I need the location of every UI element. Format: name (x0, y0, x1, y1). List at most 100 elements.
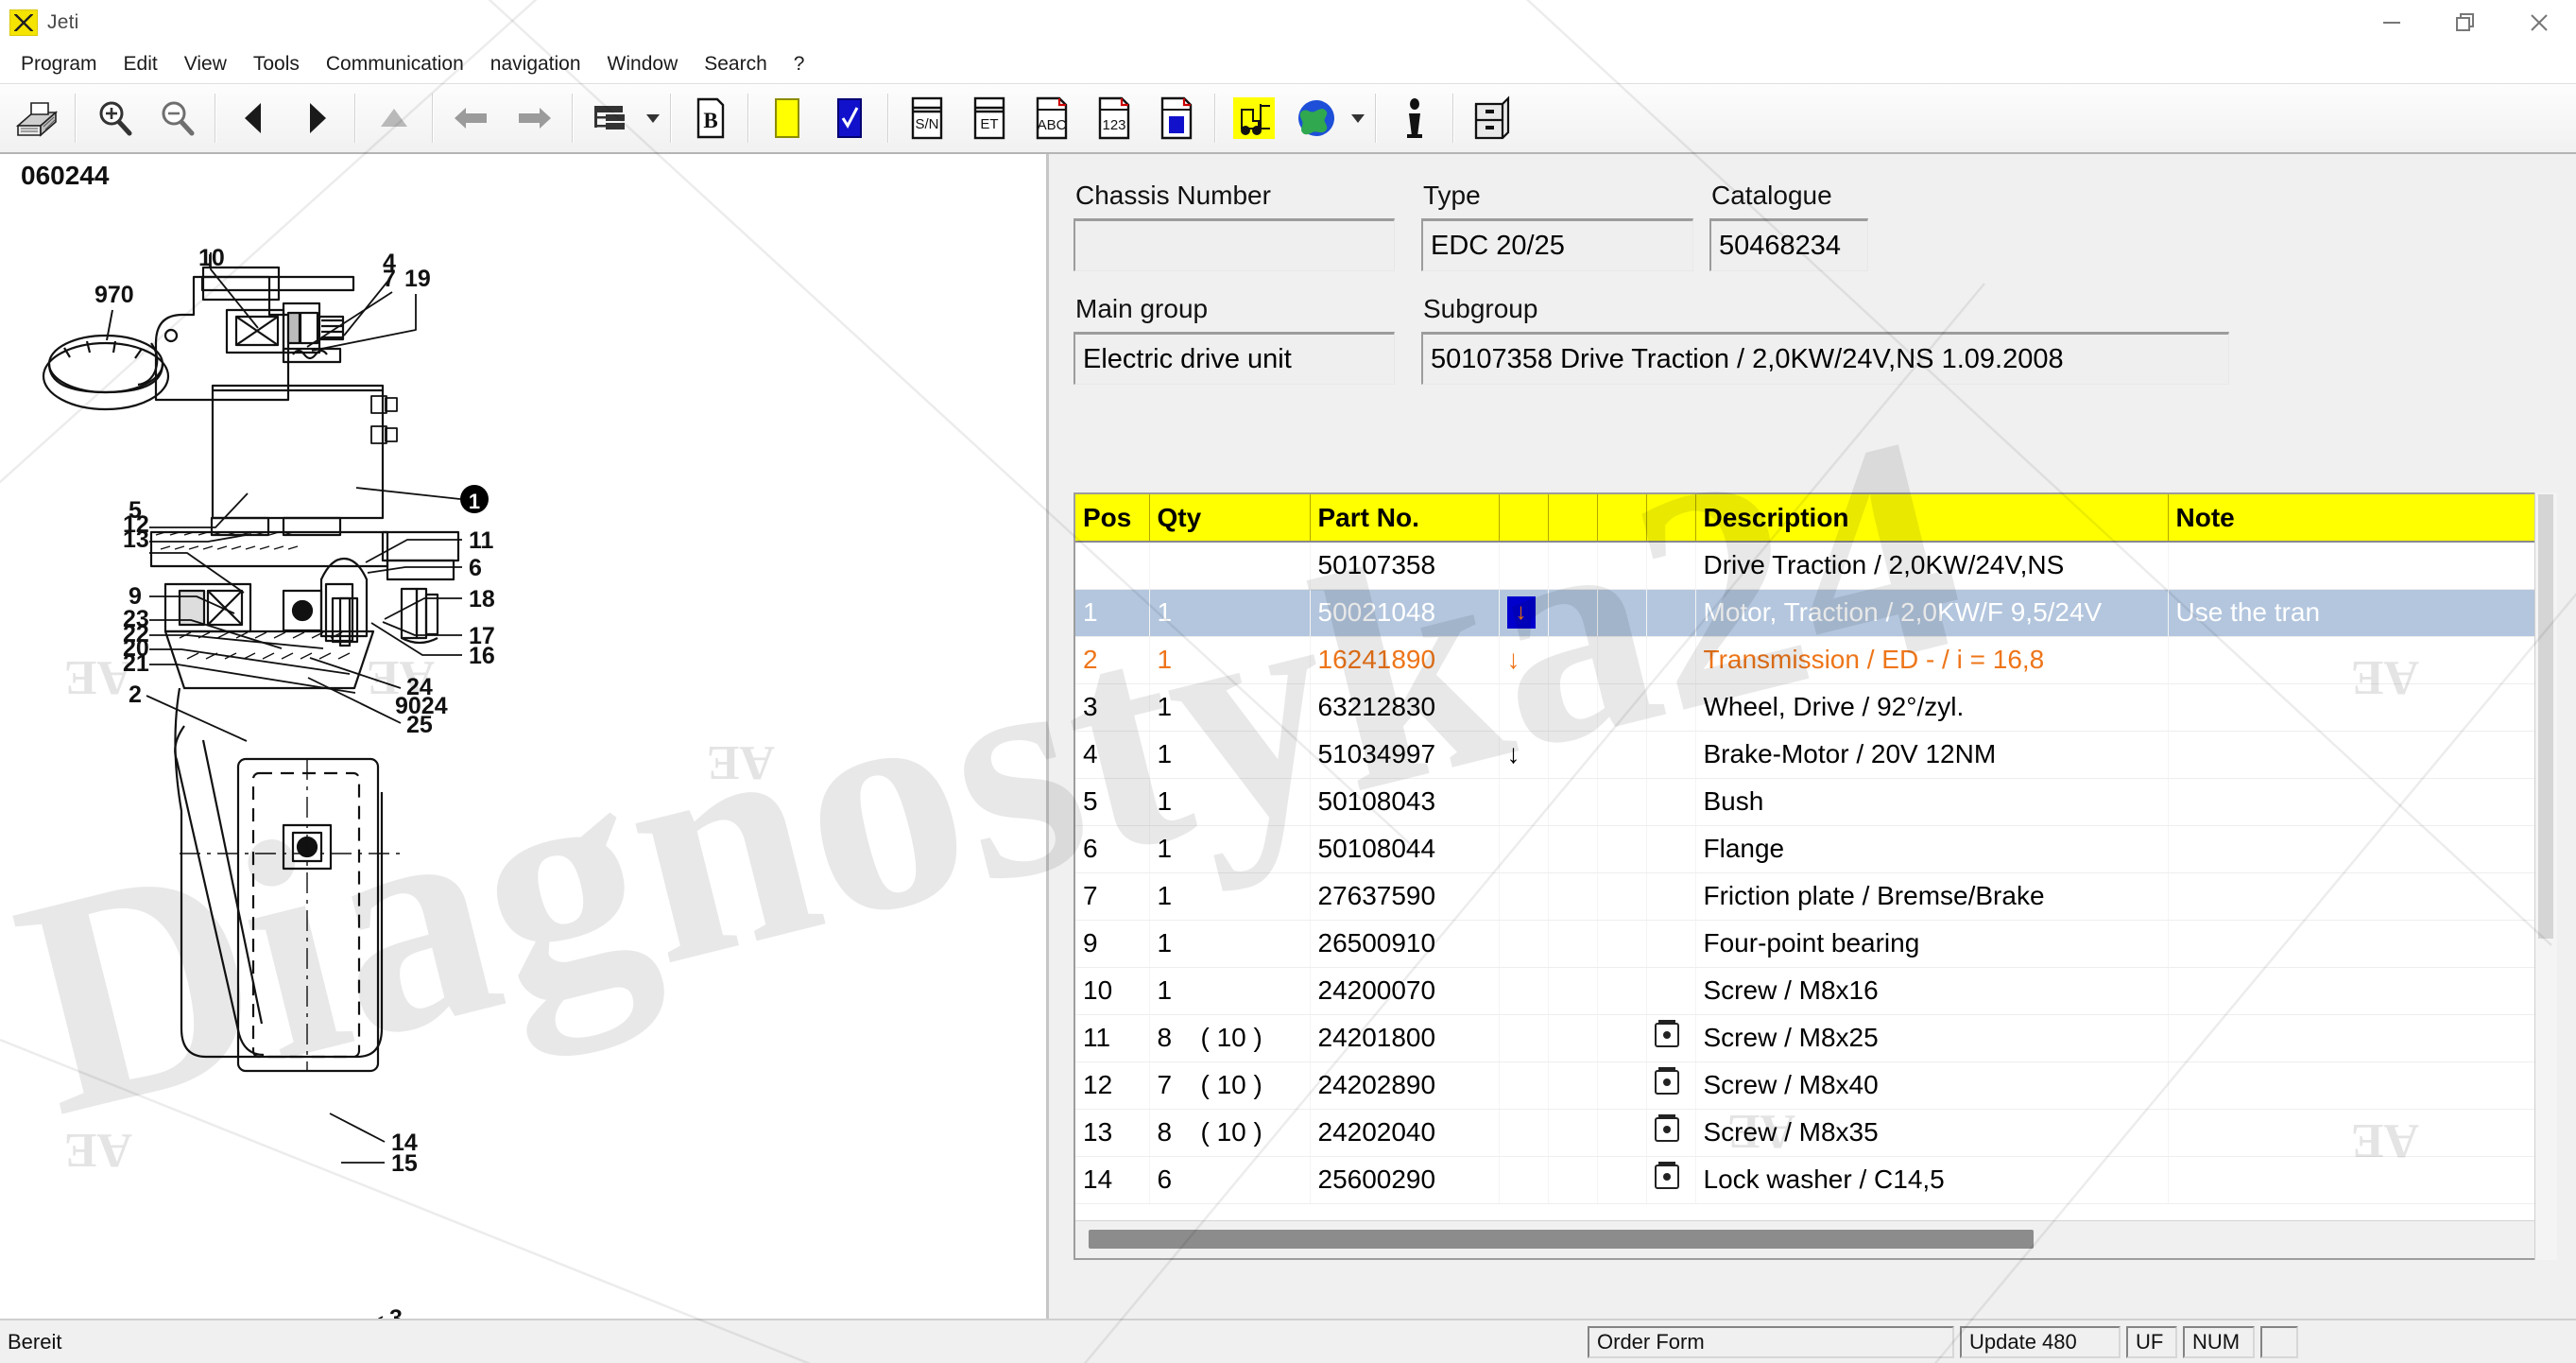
close-icon[interactable] (2502, 0, 2576, 45)
chevron-down-icon[interactable] (643, 89, 663, 147)
zoom-in-icon[interactable] (83, 89, 146, 147)
column-header-mark[interactable] (1499, 494, 1549, 543)
scrollbar-thumb-vertical[interactable] (2538, 494, 2553, 939)
cell-qty: 1 (1149, 920, 1311, 968)
column-header-icon[interactable] (1646, 494, 1696, 543)
subgroup-input[interactable]: 50107358 Drive Traction / 2,0KW/24V,NS 1… (1421, 332, 2229, 385)
callout-970: 970 (94, 282, 134, 308)
menu-item-view[interactable]: View (171, 50, 240, 78)
cell-c2 (1548, 1156, 1598, 1204)
next-icon[interactable] (285, 89, 348, 147)
cell-part-no: 16241890 (1310, 636, 1500, 684)
table-vertical-scrollbar[interactable] (2534, 492, 2557, 1260)
menu-item-program[interactable]: Program (8, 50, 111, 78)
serial-number-icon[interactable]: S/N (896, 89, 958, 147)
chevron-down-icon[interactable] (1348, 89, 1368, 147)
blue-down-arrow-icon[interactable]: ↓ (1506, 596, 1536, 630)
table-row[interactable]: 7 1 27637590 Friction plate / Bremse/Brake (1075, 872, 2555, 921)
menu-item-window[interactable]: Window (594, 50, 692, 78)
table-row[interactable]: 50107358 Drive Traction / 2,0KW/24V,NS (1075, 542, 2555, 590)
callout-16: 16 (469, 643, 495, 669)
callout-3: 3 (389, 1305, 403, 1319)
column-header-note[interactable]: Note (2168, 494, 2555, 543)
bold-b-document-icon[interactable]: B (678, 89, 741, 147)
menu-item-communication[interactable]: Communication (313, 50, 477, 78)
restore-icon[interactable] (2429, 0, 2502, 45)
table-row[interactable]: 1 1 50021048 ↓ Motor, Traction / 2,0KW/F 9,5… (1075, 589, 2555, 637)
info-icon[interactable] (1383, 89, 1446, 147)
cell-description: Bush (1695, 778, 2169, 826)
catalogue-input[interactable]: 50468234 (1709, 218, 1868, 271)
menu-item-tools[interactable]: Tools (240, 50, 313, 78)
abc-document-icon[interactable]: ABC (1021, 89, 1083, 147)
column-header-part-no[interactable]: Part No. (1310, 494, 1500, 543)
cell-pos: 14 (1075, 1156, 1150, 1204)
parts-table[interactable]: Pos Qty Part No. Description Note 501073… (1073, 492, 2557, 1260)
menu-item-help[interactable]: ? (781, 50, 818, 78)
menu-item-edit[interactable]: Edit (111, 50, 171, 78)
table-row[interactable]: 14 6 25600290 Lock washer / C14,5 (1075, 1156, 2555, 1204)
chassis-number-input[interactable] (1073, 218, 1395, 271)
back-arrow-icon[interactable] (440, 89, 503, 147)
blue-check-icon[interactable] (818, 89, 881, 147)
column-header-c3[interactable] (1597, 494, 1647, 543)
column-header-c2[interactable] (1548, 494, 1598, 543)
table-row[interactable]: 11 8( 10 ) 24201800 Screw / M8x25 (1075, 1014, 2555, 1062)
cell-icon (1646, 636, 1696, 684)
cell-c3 (1597, 920, 1647, 968)
table-row[interactable]: 9 1 26500910 Four-point bearing (1075, 920, 2555, 968)
camera-icon[interactable] (1654, 1019, 1679, 1047)
table-horizontal-scrollbar[interactable] (1075, 1220, 2555, 1258)
forklift-yellow-icon[interactable] (1223, 89, 1285, 147)
et-document-icon[interactable]: ET (958, 89, 1021, 147)
cell-icon (1646, 1156, 1696, 1204)
cell-part-no: 25600290 (1310, 1156, 1500, 1204)
cell-mark: ↓ (1499, 731, 1549, 779)
cell-c3 (1597, 1061, 1647, 1110)
table-row[interactable]: 3 1 63212830 Wheel, Drive / 92°/zyl. (1075, 683, 2555, 732)
menu-item-search[interactable]: Search (691, 50, 781, 78)
table-row[interactable]: 2 1 16241890 ↓ Transmission / ED - / i = 16,… (1075, 636, 2555, 684)
cell-mark (1499, 967, 1549, 1015)
cell-icon (1646, 920, 1696, 968)
camera-icon[interactable] (1654, 1113, 1679, 1142)
minimize-icon[interactable] (2355, 0, 2429, 45)
table-row[interactable]: 13 8( 10 ) 24202040 Screw / M8x35 (1075, 1109, 2555, 1157)
table-row[interactable]: 6 1 50108044 Flange (1075, 825, 2555, 873)
archive-icon[interactable] (1461, 89, 1523, 147)
drawing-pane[interactable]: 060244 970 1 10 4 7 19 5 12 13 9 23 22 2… (0, 154, 1049, 1319)
status-order-form[interactable]: Order Form (1588, 1325, 1954, 1358)
cell-description: Screw / M8x25 (1695, 1014, 2169, 1062)
cell-qty: 1 (1149, 872, 1311, 921)
cell-note (2168, 967, 2555, 1015)
cell-mark (1499, 1061, 1549, 1110)
main-group-input[interactable]: Electric drive unit (1073, 332, 1395, 385)
table-row[interactable]: 5 1 50108043 Bush (1075, 778, 2555, 826)
tree-view-icon[interactable] (580, 89, 643, 147)
number-document-icon[interactable]: 123 (1083, 89, 1145, 147)
forward-arrow-icon[interactable] (503, 89, 565, 147)
column-header-qty[interactable]: Qty (1149, 494, 1311, 543)
cell-c2 (1548, 1061, 1598, 1110)
globe-icon[interactable] (1285, 89, 1348, 147)
main-group-field: Main group Electric drive unit (1073, 285, 1421, 385)
camera-icon[interactable] (1654, 1161, 1679, 1189)
scrollbar-thumb[interactable] (1089, 1230, 2034, 1249)
table-row[interactable]: 12 7( 10 ) 24202890 Screw / M8x40 (1075, 1061, 2555, 1110)
callout-18: 18 (469, 586, 495, 612)
table-row[interactable]: 10 1 24200070 Screw / M8x16 (1075, 967, 2555, 1015)
yellow-marker-icon[interactable] (756, 89, 818, 147)
cell-c2 (1548, 920, 1598, 968)
camera-icon[interactable] (1654, 1066, 1679, 1095)
cell-qty: 1 (1149, 683, 1311, 732)
column-header-description[interactable]: Description (1695, 494, 2169, 543)
table-row[interactable]: 4 1 51034997 ↓ Brake-Motor / 20V 12NM (1075, 731, 2555, 779)
print-preview-icon[interactable] (6, 89, 68, 147)
type-input[interactable]: EDC 20/25 (1421, 218, 1693, 271)
previous-icon[interactable] (223, 89, 285, 147)
blue-box-document-icon[interactable] (1145, 89, 1208, 147)
menu-item-navigation[interactable]: navigation (477, 50, 594, 78)
column-header-pos[interactable]: Pos (1075, 494, 1150, 543)
up-level-icon[interactable] (363, 89, 425, 147)
zoom-out-icon[interactable] (146, 89, 208, 147)
